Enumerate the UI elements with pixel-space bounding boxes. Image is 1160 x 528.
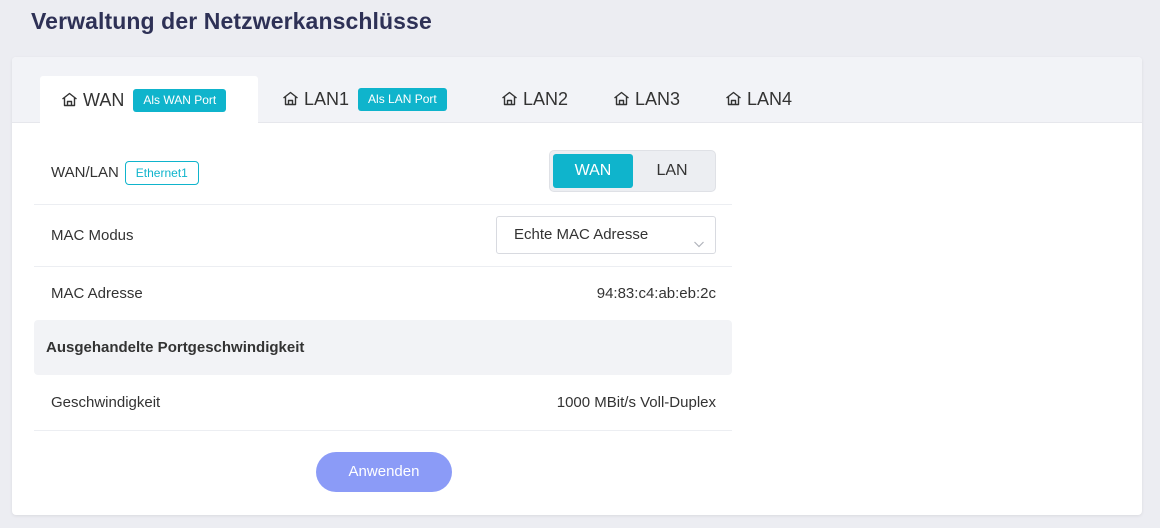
speed-value: 1000 MBit/s Voll-Duplex [556,394,716,411]
apply-button[interactable]: Anwenden [316,452,452,492]
port-tabbar: WAN Als WAN Port LAN1 Als LAN Port LAN2 … [12,57,1142,124]
tab-badge: Als WAN Port [133,88,227,112]
tab-badge: Als LAN Port [358,88,447,111]
speed-label: Geschwindigkeit [51,394,161,411]
wanlan-label: WAN/LAN [51,164,119,181]
house-icon [613,91,630,106]
page-title: Verwaltung der Netzwerkanschlüsse [31,8,432,34]
wanlan-label-group: WAN/LAN Ethernet1 [34,160,199,185]
chevron-down-icon [693,228,705,248]
tab-lan1[interactable]: LAN1 Als LAN Port [282,76,447,123]
tab-label: LAN3 [635,89,681,109]
mac-address-value: 94:83:c4:ab:eb:2c [596,284,716,302]
tab-lan3[interactable]: LAN3 [613,76,680,123]
interface-tag: Ethernet1 [124,160,199,185]
mac-address-label: MAC Adresse [51,284,143,302]
house-icon [282,91,299,106]
speed-section-header: Ausgehandelte Portgeschwindigkeit [34,320,732,375]
house-icon [61,92,78,107]
tab-label: LAN2 [523,89,569,109]
mac-mode-label: MAC Modus [51,227,134,244]
house-icon [725,91,742,106]
wanlan-toggle[interactable]: WAN LAN [549,150,716,192]
tab-lan2[interactable]: LAN2 [501,76,568,123]
tab-label: LAN1 [304,89,350,109]
tab-wan[interactable]: WAN Als WAN Port [40,76,258,124]
mac-address-row: MAC Adresse 94:83:c4:ab:eb:2c [34,267,732,319]
mac-mode-select[interactable]: Echte MAC Adresse [496,216,716,254]
speed-row: Geschwindigkeit 1000 MBit/s Voll-Duplex [34,375,732,431]
mac-mode-selected-value: Echte MAC Adresse [514,226,649,243]
tab-label: LAN4 [747,89,793,109]
wan-option-button[interactable]: WAN [553,154,633,188]
lan-option-button[interactable]: LAN [632,154,712,188]
port-settings-card: WAN Als WAN Port LAN1 Als LAN Port LAN2 … [12,57,1142,515]
house-icon [501,91,518,106]
tab-lan4[interactable]: LAN4 [725,76,792,123]
tab-label: WAN [83,89,125,110]
